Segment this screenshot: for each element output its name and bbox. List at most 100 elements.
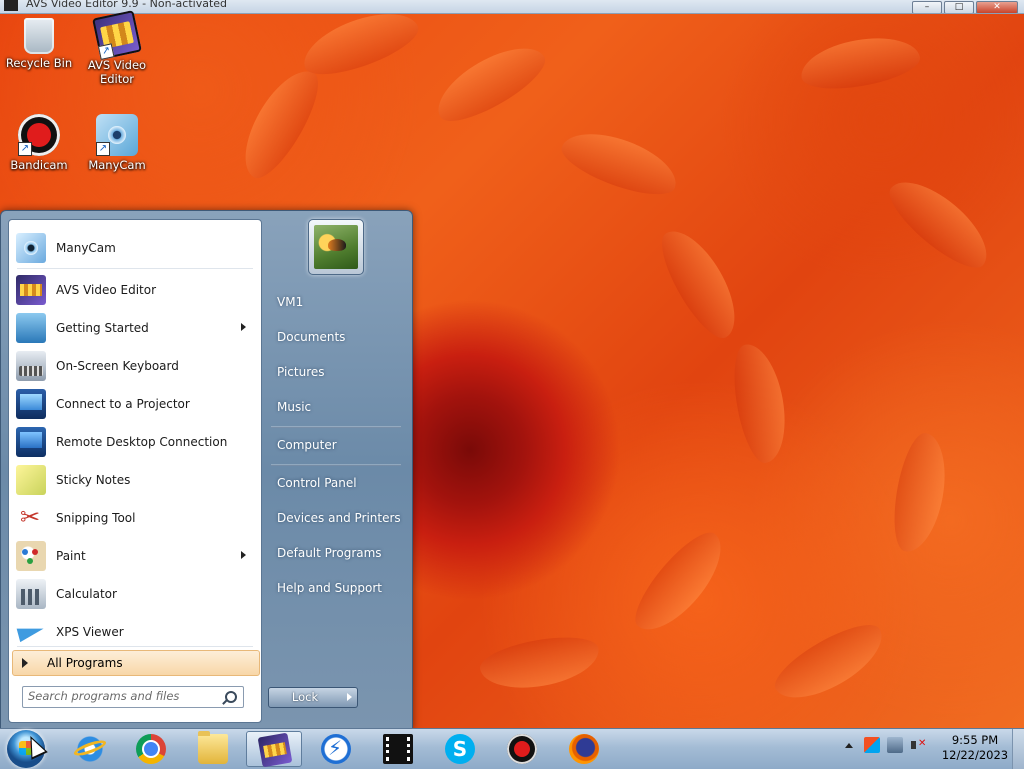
scissors-icon xyxy=(16,503,46,533)
start-right-item-help-support[interactable]: Help and Support xyxy=(267,574,407,602)
shortcut-arrow-icon: ↗ xyxy=(18,142,32,156)
chrome-icon xyxy=(136,734,166,764)
manycam-icon: ↗ xyxy=(96,114,138,156)
desktop-icon-recycle-bin[interactable]: Recycle Bin xyxy=(4,14,74,70)
sticky-notes-icon xyxy=(16,465,46,495)
start-right-item-pictures[interactable]: Pictures xyxy=(267,358,407,386)
remote-desktop-icon xyxy=(16,427,46,457)
show-hidden-icons-icon[interactable] xyxy=(845,742,853,748)
program-label: Sticky Notes xyxy=(56,473,131,487)
window-controls: – □ ✕ xyxy=(912,1,1018,13)
bandicam-icon: ↗ xyxy=(18,114,60,156)
paint-palette-icon xyxy=(16,541,46,571)
clock-time: 9:55 PM xyxy=(951,733,999,747)
close-button[interactable]: ✕ xyxy=(976,1,1018,13)
clock-date: 12/22/2023 xyxy=(941,748,1009,762)
start-menu: ManyCam AVS Video Editor Getting Started… xyxy=(0,210,413,730)
program-item-connect-projector[interactable]: Connect to a Projector xyxy=(12,386,258,422)
manycam-icon xyxy=(16,233,46,263)
desktop-icon-label: Recycle Bin xyxy=(5,56,73,70)
taskbar-thunder[interactable] xyxy=(308,731,364,767)
separator xyxy=(271,464,401,466)
search-icon[interactable] xyxy=(225,691,237,703)
taskbar-chrome[interactable] xyxy=(123,731,179,767)
volume-muted-icon[interactable] xyxy=(910,737,926,753)
program-label: XPS Viewer xyxy=(56,625,124,639)
start-right-item-computer[interactable]: Computer xyxy=(267,431,407,459)
program-item-calculator[interactable]: Calculator xyxy=(12,576,258,612)
program-item-paint[interactable]: Paint xyxy=(12,538,258,574)
submenu-arrow-icon xyxy=(241,551,246,559)
desktop-icon-label: Bandicam xyxy=(10,158,68,172)
separator xyxy=(271,426,401,428)
program-item-remote-desktop[interactable]: Remote Desktop Connection xyxy=(12,424,258,460)
avs-video-editor-icon: ↗ xyxy=(92,10,142,60)
shutdown-options-arrow-icon[interactable] xyxy=(341,687,358,708)
program-label: AVS Video Editor xyxy=(56,283,157,297)
desktop-icon-avs-video-editor[interactable]: ↗ AVS Video Editor xyxy=(82,10,152,86)
program-label: Calculator xyxy=(56,587,117,601)
separator xyxy=(17,646,253,647)
program-label: Getting Started xyxy=(56,321,149,335)
calculator-icon xyxy=(16,579,46,609)
taskbar-file-explorer[interactable] xyxy=(185,731,241,767)
network-icon[interactable] xyxy=(887,737,903,753)
program-label: On-Screen Keyboard xyxy=(56,359,179,373)
taskbar-avs-video-editor[interactable] xyxy=(246,731,302,768)
right-arrow-icon xyxy=(22,658,28,668)
program-label: Remote Desktop Connection xyxy=(56,435,228,449)
program-item-on-screen-keyboard[interactable]: On-Screen Keyboard xyxy=(12,348,258,384)
shortcut-arrow-icon: ↗ xyxy=(96,142,110,156)
avs-window-titlebar[interactable]: AVS Video Editor 9.9 - Non-activated – □… xyxy=(0,0,1024,14)
desktop-icon-label: AVS Video Editor xyxy=(87,58,147,86)
minimize-button[interactable]: – xyxy=(912,1,942,13)
taskbar-skype[interactable]: S xyxy=(432,731,488,767)
taskbar-film-app[interactable] xyxy=(370,731,426,767)
desktop-icon-label: ManyCam xyxy=(88,158,146,172)
program-item-manycam[interactable]: ManyCam xyxy=(12,230,258,266)
user-picture[interactable] xyxy=(308,219,364,275)
start-right-item-default-programs[interactable]: Default Programs xyxy=(267,539,407,567)
bandicam-icon xyxy=(507,734,537,764)
start-right-item-devices-printers[interactable]: Devices and Printers xyxy=(267,504,407,532)
search-box[interactable] xyxy=(22,686,244,708)
avs-video-editor-icon xyxy=(257,732,293,768)
butterfly-avatar-icon xyxy=(314,225,358,269)
start-right-item-control-panel[interactable]: Control Panel xyxy=(267,469,407,497)
lock-button[interactable]: Lock xyxy=(268,687,342,708)
start-right-item-documents[interactable]: Documents xyxy=(267,323,407,351)
program-item-sticky-notes[interactable]: Sticky Notes xyxy=(12,462,258,498)
taskbar-internet-explorer[interactable] xyxy=(62,731,118,767)
system-tray xyxy=(845,737,926,753)
desktop-icon-manycam[interactable]: ↗ ManyCam xyxy=(82,114,152,172)
maximize-button[interactable]: □ xyxy=(944,1,974,13)
program-item-xps-viewer[interactable]: XPS Viewer xyxy=(12,614,258,650)
show-desktop-button[interactable] xyxy=(1012,729,1024,769)
search-input[interactable] xyxy=(23,687,213,705)
desktop-icon-bandicam[interactable]: ↗ Bandicam xyxy=(4,114,74,172)
taskbar: S 9:55 PM 12/22/2023 xyxy=(0,728,1024,769)
program-label: Snipping Tool xyxy=(56,511,136,525)
xps-viewer-icon xyxy=(16,617,46,647)
taskbar-firefox[interactable] xyxy=(556,731,612,767)
program-item-avs-video-editor[interactable]: AVS Video Editor xyxy=(12,272,258,308)
clock[interactable]: 9:55 PM 12/22/2023 xyxy=(938,733,1012,763)
all-programs-button[interactable]: All Programs xyxy=(12,650,260,676)
film-strip-icon xyxy=(383,734,413,764)
recycle-bin-icon xyxy=(24,18,54,54)
start-right-item-user[interactable]: VM1 xyxy=(267,288,407,316)
submenu-arrow-icon xyxy=(241,323,246,331)
program-item-getting-started[interactable]: Getting Started xyxy=(12,310,258,346)
program-label: Paint xyxy=(56,549,86,563)
program-label: Connect to a Projector xyxy=(56,397,190,411)
program-item-snipping-tool[interactable]: Snipping Tool xyxy=(12,500,258,536)
firefox-icon xyxy=(569,734,599,764)
action-center-flag-icon[interactable] xyxy=(864,737,880,753)
skype-icon: S xyxy=(445,734,475,764)
start-right-item-music[interactable]: Music xyxy=(267,393,407,421)
taskbar-bandicam[interactable] xyxy=(494,731,550,767)
internet-explorer-icon xyxy=(75,734,105,764)
start-menu-programs-pane: ManyCam AVS Video Editor Getting Started… xyxy=(8,219,262,723)
avs-app-icon xyxy=(4,0,18,11)
window-title: AVS Video Editor 9.9 - Non-activated xyxy=(26,0,228,10)
